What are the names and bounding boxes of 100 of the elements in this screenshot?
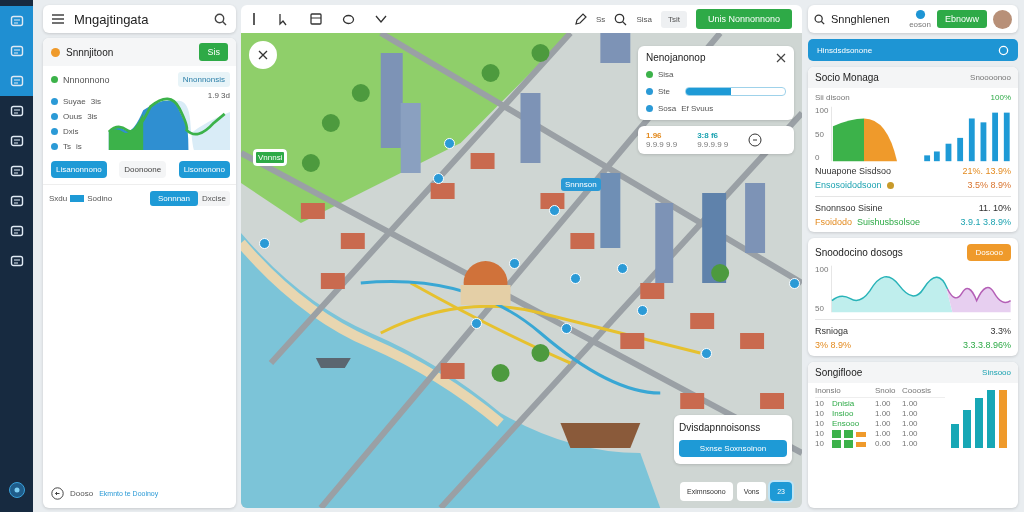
metric-label: Ensosoidodsoon <box>815 180 882 190</box>
table-cell-text: 1.00 <box>902 419 919 428</box>
primary-button[interactable]: Unis Nonnonnono <box>695 9 792 29</box>
series-value: is <box>76 142 82 151</box>
table-cell-text: 0.00 <box>875 439 892 448</box>
help-button[interactable] <box>8 482 25 498</box>
map-pin-icon[interactable] <box>259 238 270 249</box>
bar-swatch-icon <box>832 439 866 448</box>
panel-title: Dvisdapnnoisonss <box>679 422 762 433</box>
status-icon <box>51 47 60 57</box>
toolbar-label: Sisa <box>636 14 652 24</box>
document-icon <box>9 254 24 268</box>
series-label: Dxis <box>63 127 79 136</box>
map-pin-icon[interactable] <box>570 273 581 284</box>
chevron-down-icon[interactable] <box>375 15 387 23</box>
row-label: Ste <box>658 86 670 96</box>
status-dot-icon <box>646 70 653 78</box>
filter-chip[interactable]: Sxdu <box>49 194 68 203</box>
metric-label: Nuuapone Sisdsoo <box>815 166 892 176</box>
footer-text: Dooso <box>70 489 94 498</box>
table-cell-text: 10 <box>815 399 825 408</box>
stat-caption: 9.9.9 9.9 <box>646 140 678 149</box>
map-pin-icon[interactable] <box>561 323 572 334</box>
column-header: Inonsio <box>815 386 842 395</box>
map-pin-icon[interactable] <box>549 205 560 216</box>
table-cell-text: 1.00 <box>902 409 919 418</box>
series-label: Suyae <box>63 97 86 106</box>
filter-chip[interactable]: Nnonnonsis <box>177 72 230 87</box>
table-cell-text: 10 <box>815 439 825 448</box>
card-title: Snnnjitoon <box>66 46 115 58</box>
stat-caption: 9.9.9.9 9 <box>697 140 729 149</box>
metric-value: 3.5% 8.9% <box>966 180 1011 190</box>
cross-icon <box>257 49 269 61</box>
toolbar-chip[interactable]: Tsit <box>660 10 687 28</box>
primary-button[interactable]: Ebnoww <box>936 10 987 28</box>
axis-label: 50 <box>815 129 825 139</box>
stat-value: 3:8 f6 <box>697 131 720 140</box>
search-icon[interactable] <box>814 13 825 25</box>
row-label: Sisa <box>658 69 674 79</box>
series-dot-icon <box>51 113 58 120</box>
layers-icon[interactable] <box>310 13 322 25</box>
card-title: Socio Monaga <box>815 72 880 83</box>
app-title: Mngajtingata <box>74 11 150 27</box>
stat-value: 1.96 <box>646 131 663 140</box>
series-dot-icon <box>51 128 58 135</box>
table-cell-text: Dnisia <box>832 399 856 408</box>
bar-swatch-icon <box>832 429 866 438</box>
map-pin-icon[interactable] <box>433 173 444 184</box>
status-dot-icon <box>886 181 894 189</box>
card-title: Songiflooe <box>815 367 864 378</box>
card-button[interactable]: Dosooo <box>967 244 1011 261</box>
search-icon[interactable] <box>614 12 628 26</box>
metric-label: Rsnioga <box>815 326 849 336</box>
document-icon <box>9 134 24 148</box>
chart-value: 100% <box>990 93 1011 102</box>
table-cell-text: Ensooo <box>832 419 861 428</box>
action-button[interactable]: Lisanonnono <box>51 161 107 178</box>
action-button[interactable]: Lisononono <box>178 161 230 178</box>
map-pin-icon[interactable] <box>509 258 520 269</box>
map-pin-icon[interactable] <box>471 318 482 329</box>
map-pin-icon[interactable] <box>789 278 800 289</box>
series-value: 3is <box>90 97 101 106</box>
toolbar-label: Ss <box>596 14 606 24</box>
table-cell-text: 10 <box>815 419 825 428</box>
chart-title: Sii disoon <box>815 93 850 102</box>
place-label[interactable]: Snnnson <box>561 178 601 191</box>
document-icon <box>9 104 24 118</box>
search-text: Snnghlenen <box>831 13 891 25</box>
search-icon[interactable] <box>214 12 227 26</box>
table-cell-text: 1.00 <box>875 419 892 428</box>
map-pin-icon[interactable] <box>637 305 648 316</box>
close-icon[interactable] <box>776 52 786 63</box>
document-icon <box>9 194 24 208</box>
refresh-icon[interactable] <box>748 133 763 147</box>
avatar[interactable] <box>993 9 1012 29</box>
map-pin-icon[interactable] <box>444 138 455 149</box>
action-button[interactable]: Doonoone <box>119 161 167 178</box>
map-pin-icon[interactable] <box>617 263 628 274</box>
legend-label: Nnnonnono <box>63 74 110 85</box>
edit-icon[interactable] <box>574 12 588 26</box>
map-marker-label[interactable]: Vnnnsi <box>253 149 288 166</box>
tab[interactable]: Sonnnan <box>149 191 198 206</box>
metric-value: 3% 8.9% <box>815 340 852 350</box>
tab[interactable]: Dxcise <box>198 191 230 206</box>
action-button[interactable]: Sis <box>199 43 228 61</box>
status-chip[interactable]: Sinsooo <box>982 368 1011 377</box>
menu-icon[interactable] <box>52 14 64 24</box>
back-icon[interactable] <box>51 487 64 500</box>
summary-value: 11. 10% <box>978 203 1011 213</box>
legend-dot-icon <box>51 76 58 83</box>
legend-label: Sodino <box>87 194 113 203</box>
banner-title: Hinsdsdsonone <box>817 45 873 55</box>
table-cell-text: 10 <box>815 409 825 418</box>
status-dot-icon <box>646 104 653 112</box>
row-value: Ef Svuus <box>681 103 714 113</box>
column-header: Cooosis <box>902 386 932 395</box>
primary-button[interactable]: Sxnse Soxnsoinon <box>679 440 787 457</box>
series-label: Ts <box>63 142 71 151</box>
map-pin-icon[interactable] <box>701 348 712 359</box>
axis-label: 100 <box>815 106 829 115</box>
